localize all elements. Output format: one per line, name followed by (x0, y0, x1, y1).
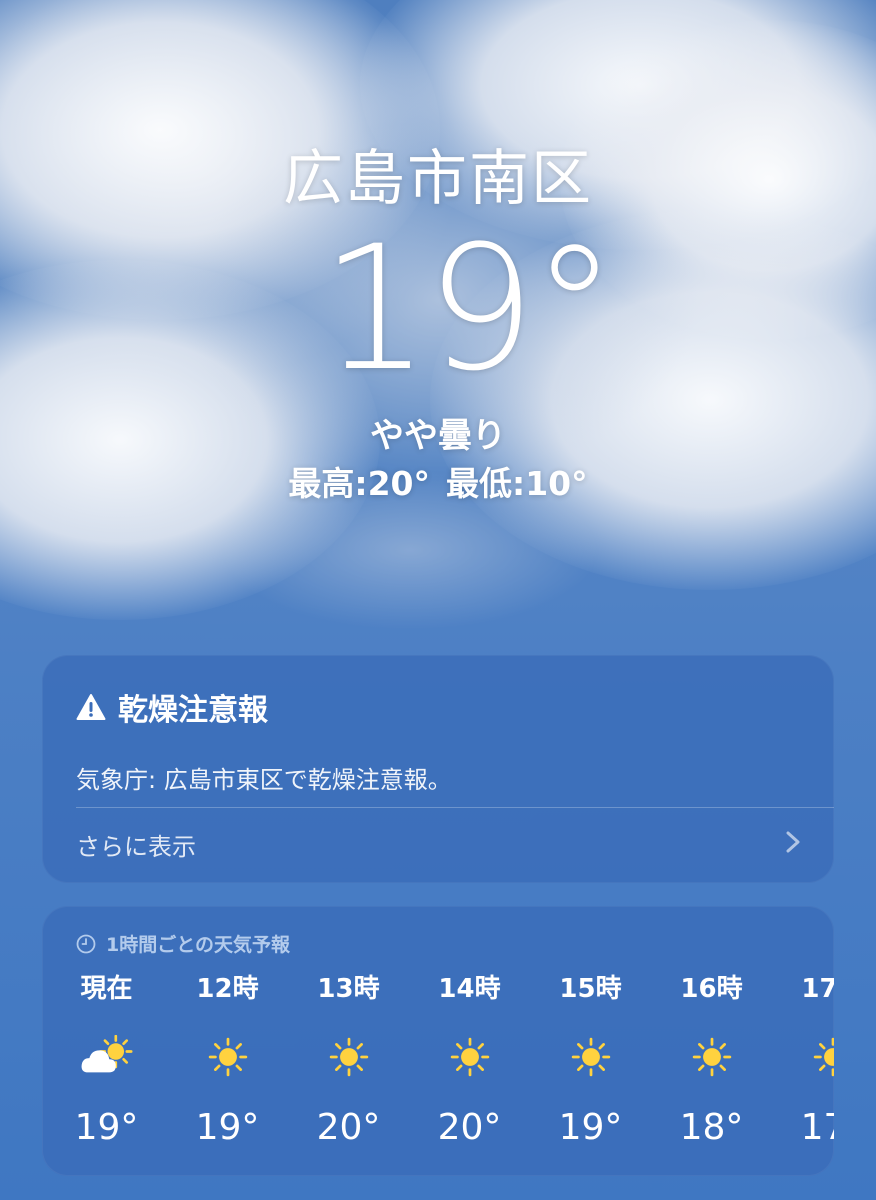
hourly-item: 13時 20° (288, 972, 409, 1150)
weather-alert-card[interactable]: 乾燥注意報 気象庁: 広島市東区で乾燥注意報。 さらに表示 (42, 655, 834, 883)
hourly-temperature: 19° (74, 1107, 139, 1148)
alert-title-row: 乾燥注意報 (76, 685, 268, 729)
location-name: 広島市南区 (283, 144, 593, 214)
chevron-right-icon[interactable] (786, 831, 800, 853)
sun-icon (450, 1037, 489, 1077)
sun-icon (571, 1037, 610, 1077)
hourly-item: 現在 19° (46, 972, 167, 1150)
hourly-forecast-list[interactable]: 現在19°12時19°13時20°14時20°15時19°16時18°17時17… (42, 972, 834, 1172)
alert-description: 気象庁: 広島市東区で乾燥注意報。 (76, 766, 452, 794)
sun-icon (772, 1034, 834, 1080)
hourly-item: 14時 20° (409, 972, 530, 1150)
sun-icon (530, 1034, 651, 1080)
weather-header: 広島市南区 19° やや曇り 最高:20° 最低:10° (0, 140, 876, 504)
sun-icon (208, 1037, 247, 1077)
sun-icon (692, 1037, 731, 1077)
warning-triangle-icon (76, 694, 106, 720)
hourly-time: 12時 (196, 974, 259, 1004)
hourly-time: 現在 (80, 974, 133, 1004)
sun-icon (651, 1034, 772, 1080)
hourly-temperature: 19° (558, 1107, 623, 1148)
low-temperature: 最低:10° (446, 464, 588, 503)
hourly-item: 17時 17° (772, 972, 834, 1150)
hourly-time: 14時 (438, 974, 501, 1004)
hourly-item: 12時 19° (167, 972, 288, 1150)
hourly-time: 17時 (801, 974, 834, 1004)
hourly-temperature: 20° (437, 1107, 502, 1148)
hourly-time: 13時 (317, 974, 380, 1004)
clock-icon (76, 934, 96, 953)
sun-icon (409, 1034, 530, 1080)
partly-cloudy-icon (46, 1034, 167, 1080)
alert-title: 乾燥注意報 (118, 693, 268, 728)
sun-icon (288, 1034, 409, 1080)
show-more-link[interactable]: さらに表示 (76, 827, 196, 862)
hourly-forecast-header: 1時間ごとの天気予報 (76, 930, 290, 957)
hourly-temperature: 18° (679, 1107, 744, 1148)
hourly-time: 16時 (680, 974, 743, 1004)
hourly-time: 15時 (559, 974, 622, 1004)
high-temperature: 最高:20° (288, 464, 430, 503)
sun-icon (167, 1034, 288, 1080)
hourly-item: 15時 19° (530, 972, 651, 1150)
hourly-forecast-card[interactable]: 1時間ごとの天気予報 現在 19° 12時 19° 13時 20° 14時 20° 15時 19°… (42, 906, 834, 1176)
partly-cloudy-icon (81, 1035, 133, 1073)
hourly-temperature: 20° (316, 1107, 381, 1148)
hourly-forecast-title: 1時間ごとの天気予報 (106, 934, 291, 956)
sun-icon (813, 1037, 834, 1077)
alert-divider (76, 807, 834, 808)
hourly-item: 16時 18° (651, 972, 772, 1150)
high-low-temperatures: 最高:20° 最低:10° (0, 464, 876, 504)
weather-condition: やや曇り (370, 416, 506, 456)
sun-icon (329, 1037, 368, 1077)
current-temperature: 19° (320, 208, 618, 409)
hourly-temperature: 19° (195, 1107, 260, 1148)
hourly-temperature: 17° (800, 1107, 834, 1148)
